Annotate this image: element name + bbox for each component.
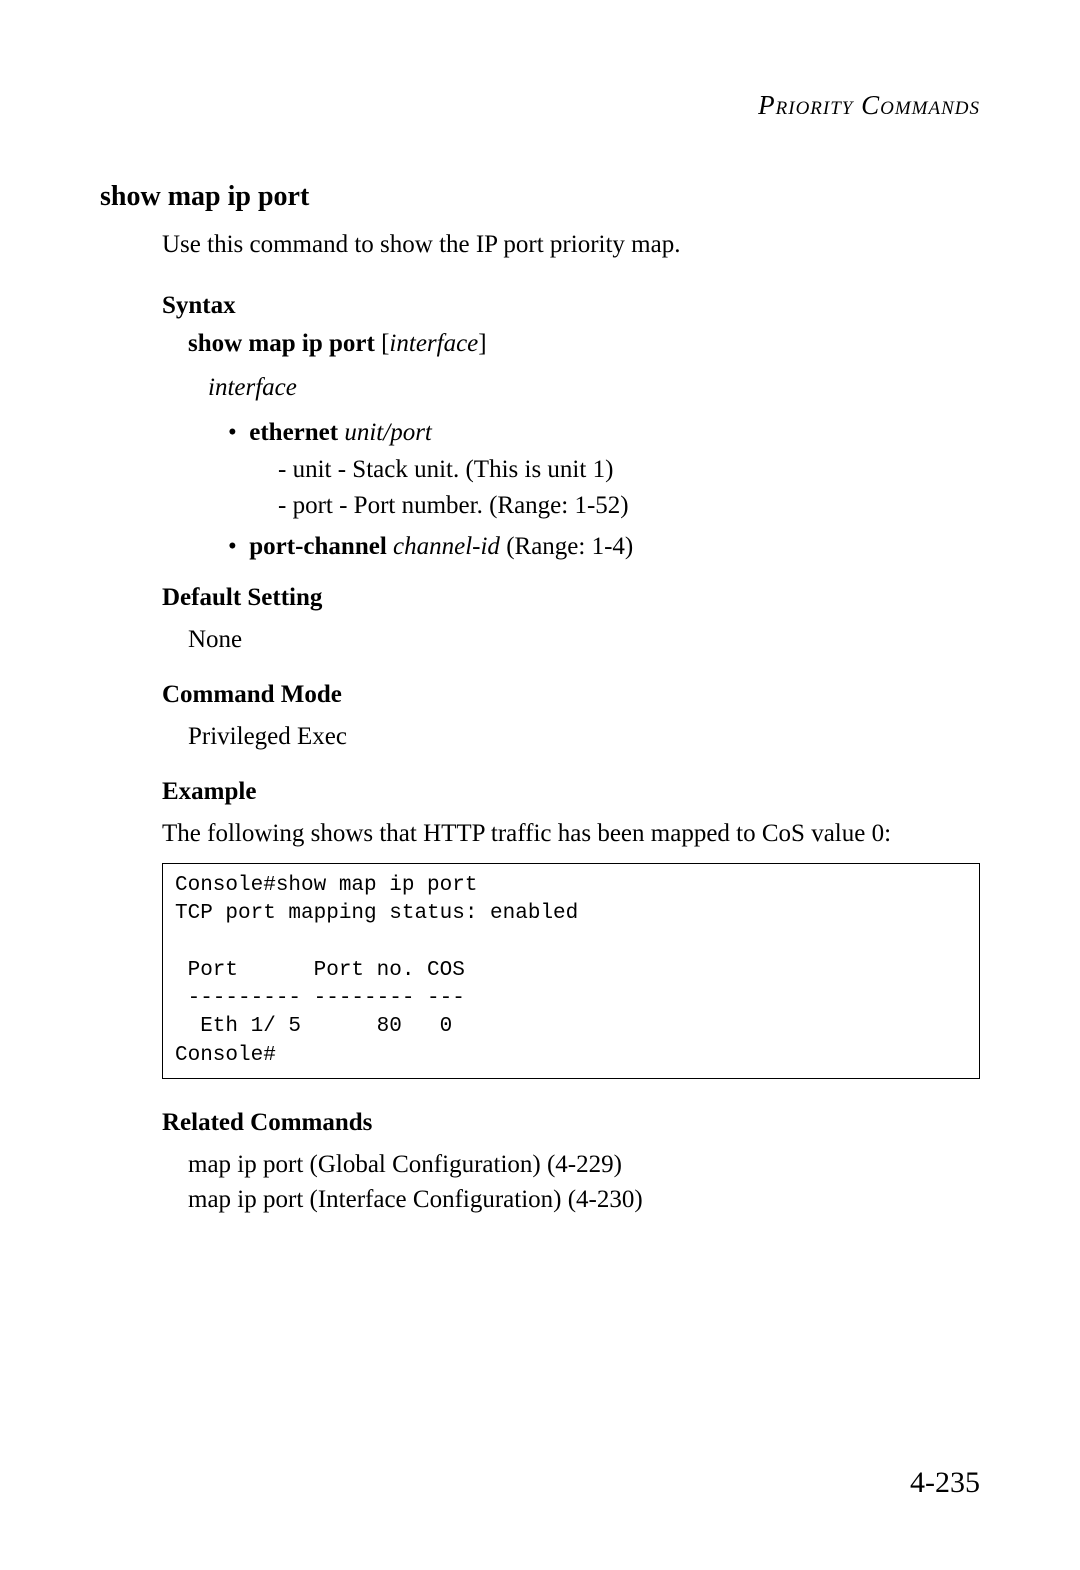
related-commands-list: map ip port (Global Configuration) (4-22… <box>188 1147 980 1217</box>
syntax-heading: Syntax <box>162 292 980 320</box>
command-mode-heading: Command Mode <box>162 681 980 709</box>
ethernet-bold: ethernet <box>249 419 338 446</box>
example-description: The following shows that HTTP traffic ha… <box>162 816 980 851</box>
page-container: Priority Commands show map ip port Use t… <box>0 0 1080 1570</box>
syntax-bracket-close: ] <box>478 330 486 357</box>
bullet-dot: • <box>228 533 249 560</box>
syntax-command-bold: show map ip port <box>188 330 375 357</box>
default-setting-value: None <box>188 622 980 657</box>
port-channel-bullet: • port-channel channel-id (Range: 1-4) <box>228 528 980 566</box>
related-item-1: map ip port (Interface Configuration) (4… <box>188 1182 980 1217</box>
default-setting-heading: Default Setting <box>162 584 980 612</box>
chapter-header: Priority Commands <box>100 90 980 121</box>
unit-sub-bullet: - unit - Stack unit. (This is unit 1) <box>278 452 980 488</box>
port-channel-italic: channel-id <box>393 533 500 560</box>
port-channel-rest: (Range: 1-4) <box>500 533 633 560</box>
interface-bullet-list: • ethernet unit/port - unit - Stack unit… <box>228 414 980 566</box>
bullet-dot: • <box>228 419 249 446</box>
example-code-block: Console#show map ip port TCP port mappin… <box>162 863 980 1079</box>
example-heading: Example <box>162 778 980 806</box>
command-mode-value: Privileged Exec <box>188 719 980 754</box>
ethernet-bullet: • ethernet unit/port - unit - Stack unit… <box>228 414 980 524</box>
interface-label: interface <box>208 374 980 402</box>
command-title: show map ip port <box>100 181 980 213</box>
related-item-0: map ip port (Global Configuration) (4-22… <box>188 1147 980 1182</box>
command-intro: Use this command to show the IP port pri… <box>162 227 980 262</box>
port-channel-bold: port-channel <box>249 533 387 560</box>
syntax-param: interface <box>389 330 478 357</box>
port-sub-bullet: - port - Port number. (Range: 1-52) <box>278 488 980 524</box>
related-commands-heading: Related Commands <box>162 1109 980 1137</box>
page-number: 4-235 <box>910 1466 980 1500</box>
ethernet-italic: unit/port <box>344 419 432 446</box>
syntax-line: show map ip port [interface] <box>188 330 980 358</box>
